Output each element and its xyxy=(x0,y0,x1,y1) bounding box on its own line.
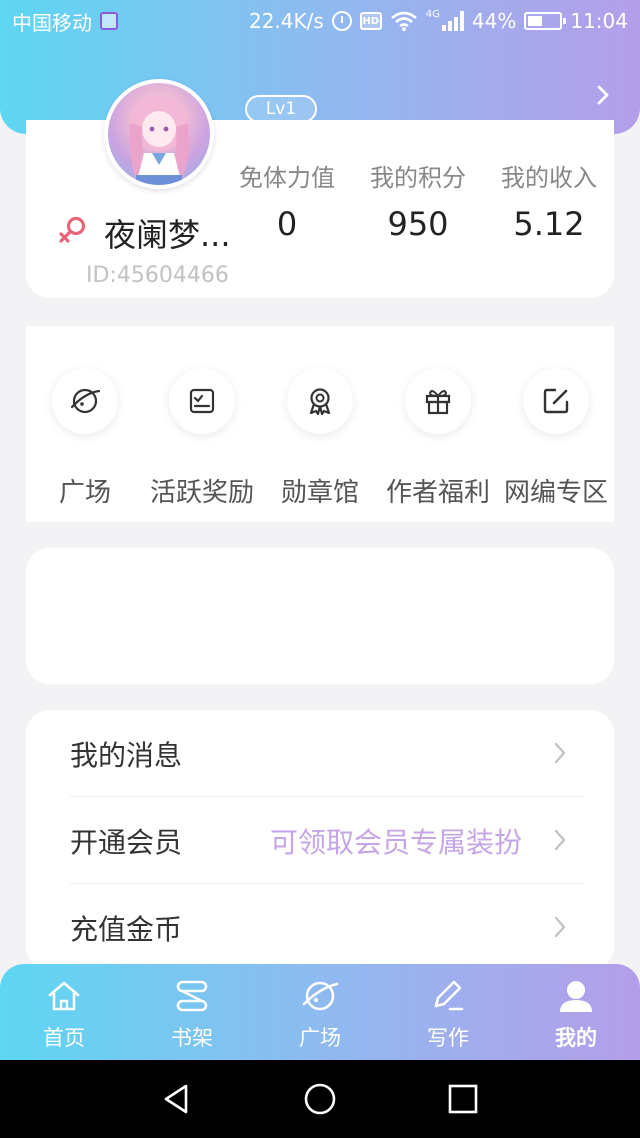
quick-actions: 广场 活跃奖励 勋章馆 作者福利 网编专区 xyxy=(26,326,614,522)
banner-card xyxy=(26,548,614,684)
battery-percent: 44% xyxy=(471,9,517,33)
action-active-reward[interactable]: 活跃奖励 xyxy=(143,326,261,522)
tab-label: 首页 xyxy=(43,1026,85,1050)
tab-label: 广场 xyxy=(299,1026,341,1050)
chevron-right-icon[interactable] xyxy=(592,84,614,106)
menu-label: 我的消息 xyxy=(70,739,183,772)
action-label: 网编专区 xyxy=(503,478,608,508)
network-type: 4G xyxy=(425,9,440,20)
hd-icon: HD xyxy=(359,12,382,30)
stat-value: 0 xyxy=(276,205,298,243)
battery-icon xyxy=(524,12,567,30)
status-bar: 中国移动 22.4K/s HD 4G 44% 11:04 xyxy=(0,0,640,42)
avatar-illustration xyxy=(129,95,189,185)
action-editor-zone[interactable]: 网编专区 xyxy=(497,326,615,522)
person-icon xyxy=(560,981,592,1012)
home-circle-icon[interactable] xyxy=(303,1082,337,1116)
menu-item-membership[interactable]: 开通会员 可领取会员专属装扮 xyxy=(26,797,614,883)
action-author-benefits[interactable]: 作者福利 xyxy=(379,326,497,522)
action-medal-hall[interactable]: 勋章馆 xyxy=(261,326,379,522)
gift-icon xyxy=(425,390,451,415)
tab-label: 我的 xyxy=(555,1026,597,1050)
stat-value: 5.12 xyxy=(513,205,585,243)
action-icon-circle xyxy=(52,368,118,434)
menu-list: 我的消息 开通会员 可领取会员专属装扮 充值金币 xyxy=(26,710,614,970)
stat-value: 950 xyxy=(387,205,449,243)
recents-icon[interactable] xyxy=(446,1082,480,1116)
menu-label: 充值金币 xyxy=(70,913,183,946)
edit-icon xyxy=(543,388,569,414)
stat-label: 我的收入 xyxy=(501,164,597,192)
stat-income[interactable]: 我的收入 5.12 xyxy=(489,158,609,243)
planet-icon xyxy=(302,981,339,1011)
notification-icon xyxy=(100,12,118,30)
female-icon xyxy=(59,216,86,243)
tab-label: 写作 xyxy=(427,1026,469,1050)
action-icon-circle xyxy=(287,368,353,434)
stat-stamina[interactable]: 免体力值 0 xyxy=(227,158,347,243)
avatar[interactable] xyxy=(104,79,214,189)
tab-write[interactable]: 写作 xyxy=(384,964,512,1060)
user-id: ID:45604466 xyxy=(86,263,229,288)
chevron-right-icon xyxy=(554,742,566,764)
stat-points[interactable]: 我的积分 950 xyxy=(358,158,478,243)
medal-icon xyxy=(309,388,331,416)
menu-item-recharge[interactable]: 充值金币 xyxy=(26,884,614,970)
tab-mine[interactable]: 我的 xyxy=(512,964,640,1060)
stat-label: 免体力值 xyxy=(239,164,335,192)
pen-icon xyxy=(434,980,464,1011)
action-icon-circle xyxy=(405,368,471,434)
carrier-label: 中国移动 xyxy=(12,10,92,35)
tab-home[interactable]: 首页 xyxy=(0,964,128,1060)
planet-icon xyxy=(70,388,101,414)
menu-item-messages[interactable]: 我的消息 xyxy=(26,710,614,796)
menu-subtitle: 可领取会员专属装扮 xyxy=(269,826,522,859)
back-icon[interactable] xyxy=(160,1082,194,1116)
wifi-icon xyxy=(390,11,417,31)
home-icon xyxy=(48,981,80,1011)
checklist-icon xyxy=(189,388,215,414)
clock-time: 11:04 xyxy=(570,9,628,33)
action-plaza[interactable]: 广场 xyxy=(26,326,144,522)
action-icon-circle xyxy=(169,368,235,434)
network-speed: 22.4K/s xyxy=(248,9,324,33)
chevron-right-icon xyxy=(554,916,566,938)
username[interactable]: 夜阑梦... xyxy=(104,210,231,256)
tab-label: 书架 xyxy=(171,1026,213,1050)
tab-plaza[interactable]: 广场 xyxy=(256,964,384,1060)
action-icon-circle xyxy=(523,368,589,434)
stat-label: 我的积分 xyxy=(370,164,466,192)
tab-bookshelf[interactable]: 书架 xyxy=(128,964,256,1060)
bottom-tab-bar: 首页 书架 广场 写作 我的 xyxy=(0,964,640,1060)
bookshelf-icon xyxy=(176,980,208,1012)
signal-icon xyxy=(441,11,464,31)
system-nav-bar xyxy=(0,1060,640,1138)
alarm-icon xyxy=(331,11,352,31)
chevron-right-icon xyxy=(554,829,566,851)
level-badge: Lv1 xyxy=(245,95,317,123)
menu-label: 开通会员 xyxy=(70,826,183,859)
